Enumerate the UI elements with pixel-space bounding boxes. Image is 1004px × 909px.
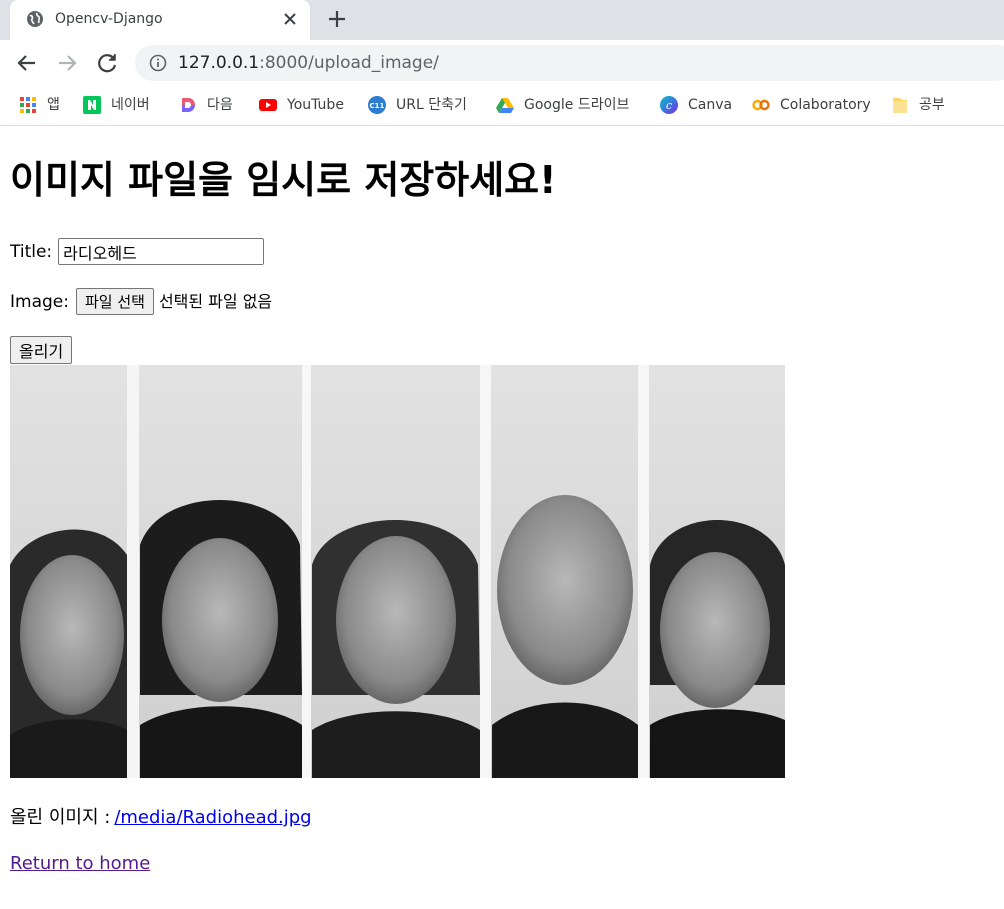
uploaded-image-row: 올린 이미지 : /media/Radiohead.jpg: [10, 807, 312, 829]
uploaded-image-link[interactable]: /media/Radiohead.jpg: [114, 807, 311, 829]
bookmarks-bar: 앱 네이버 다음 YouTube C11 URL 단축기 Google 드라이브…: [0, 86, 1004, 126]
image-field-row: Image: 파일 선택 선택된 파일 없음: [10, 288, 272, 315]
tab-opencv-django[interactable]: Opencv-Django: [10, 0, 310, 40]
title-label: Title:: [10, 241, 53, 262]
tab-strip: Opencv-Django: [0, 0, 1004, 40]
bookmark-url-shortener[interactable]: C11 URL 단축기: [368, 94, 467, 116]
youtube-icon: [259, 99, 277, 111]
url-path: :8000/upload_image/: [259, 53, 439, 73]
bookmark-label: YouTube: [287, 97, 344, 113]
globe-icon: [27, 11, 43, 27]
title-input[interactable]: [58, 238, 265, 265]
bookmark-label: 다음: [207, 97, 233, 113]
upload-submit-button[interactable]: 올리기: [10, 336, 73, 364]
colab-icon: [752, 99, 770, 111]
bookmark-label: Canva: [688, 97, 733, 113]
choose-file-button[interactable]: 파일 선택: [75, 288, 154, 315]
bookmark-colaboratory[interactable]: Colaboratory: [752, 94, 871, 116]
image-label: Image:: [10, 291, 69, 312]
daum-icon: [182, 98, 195, 112]
back-arrow-icon[interactable]: [14, 50, 40, 76]
browser-chrome: Opencv-Django 127.0.0.1:8000/upload_imag…: [0, 0, 1004, 127]
uploaded-label: 올린 이미지 :: [10, 807, 111, 828]
bookmark-label: URL 단축기: [396, 97, 467, 113]
close-tab-icon[interactable]: [280, 9, 300, 29]
bookmark-apps[interactable]: 앱: [19, 94, 60, 116]
bookmark-youtube[interactable]: YouTube: [259, 94, 344, 116]
bookmark-canva[interactable]: c Canva: [660, 94, 732, 116]
bookmark-daum[interactable]: 다음: [179, 94, 233, 116]
file-status-text: 선택된 파일 없음: [158, 291, 273, 311]
page-content: 이미지 파일을 임시로 저장하세요! Title: Image: 파일 선택 선…: [0, 127, 1004, 909]
folder-icon: [893, 98, 907, 113]
bookmark-label: 네이버: [111, 97, 150, 113]
uploaded-image: [10, 365, 785, 778]
new-tab-icon[interactable]: [326, 8, 348, 30]
forward-arrow-icon[interactable]: [54, 50, 80, 76]
url-text: 127.0.0.1:8000/upload_image/: [178, 53, 439, 73]
bookmark-label: 공부: [919, 97, 945, 113]
naver-icon: [83, 96, 101, 114]
bookmark-naver[interactable]: 네이버: [83, 94, 150, 116]
bookmark-label: 앱: [47, 97, 60, 113]
navigation-toolbar: 127.0.0.1:8000/upload_image/: [0, 40, 1004, 86]
google-drive-icon: [496, 98, 514, 113]
reload-icon[interactable]: [94, 50, 120, 76]
svg-text:C11: C11: [370, 102, 385, 110]
bookmark-google-drive[interactable]: Google 드라이브: [496, 94, 629, 116]
svg-text:c: c: [666, 99, 672, 112]
return-home-link[interactable]: Return to home: [10, 853, 150, 875]
url-shortener-icon: C11: [368, 96, 386, 114]
address-bar[interactable]: 127.0.0.1:8000/upload_image/: [135, 45, 1004, 81]
tab-title: Opencv-Django: [55, 11, 163, 27]
page-title: 이미지 파일을 임시로 저장하세요!: [10, 158, 557, 202]
bookmark-folder-study[interactable]: 공부: [891, 94, 945, 116]
bookmark-label: Google 드라이브: [524, 97, 630, 113]
canva-icon: c: [660, 96, 678, 114]
return-row: Return to home: [10, 853, 150, 875]
apps-grid-icon: [20, 97, 36, 113]
url-host: 127.0.0.1: [178, 53, 260, 73]
title-field-row: Title:: [10, 238, 265, 265]
bookmark-label: Colaboratory: [780, 97, 871, 113]
site-info-icon[interactable]: [149, 54, 167, 72]
